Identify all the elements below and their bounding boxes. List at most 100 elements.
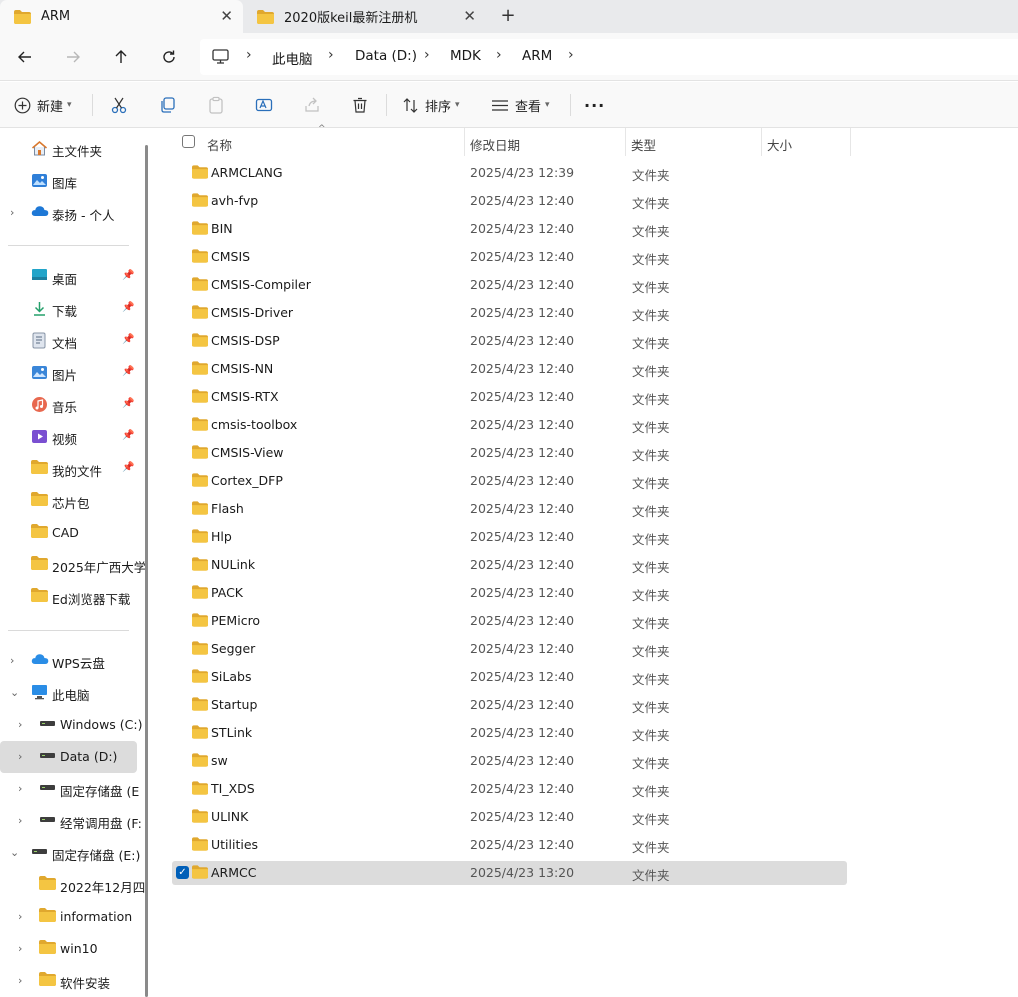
close-icon[interactable]: ✕	[463, 8, 476, 24]
sidebar-item[interactable]: ⌄ 固定存储盘 (E:)	[0, 837, 140, 869]
file-row[interactable]: NULink 2025/4/23 12:40 文件夹	[172, 553, 847, 577]
sidebar-item[interactable]: 芯片包	[0, 485, 140, 517]
pin-icon[interactable]: 📌	[122, 270, 134, 281]
chevron-right-icon[interactable]: ›	[568, 47, 574, 63]
column-header-name[interactable]: ^ 名称	[158, 124, 464, 156]
sidebar-item[interactable]: 视频 📌	[0, 421, 140, 453]
file-row[interactable]: TI_XDS 2025/4/23 12:40 文件夹	[172, 777, 847, 801]
chevron-right-icon[interactable]: ›	[18, 814, 22, 827]
paste-button[interactable]	[207, 92, 225, 118]
checkmark-icon[interactable]: ✓	[176, 866, 189, 879]
back-arrow-icon[interactable]	[11, 43, 39, 71]
breadcrumb-item[interactable]: MDK	[450, 48, 481, 64]
sidebar-item[interactable]: CAD	[0, 517, 140, 549]
view-button[interactable]: 查看 ▾	[491, 92, 550, 118]
sidebar-item[interactable]: › information	[0, 901, 140, 933]
sidebar-item[interactable]: › Windows (C:)	[0, 709, 142, 741]
breadcrumb-item[interactable]: ARM	[522, 48, 552, 64]
file-row[interactable]: Utilities 2025/4/23 12:40 文件夹	[172, 833, 847, 857]
chevron-down-icon[interactable]: ⌄	[10, 686, 19, 699]
sidebar-item[interactable]: ⌄ 此电脑	[0, 677, 140, 709]
file-row[interactable]: PEMicro 2025/4/23 12:40 文件夹	[172, 609, 847, 633]
breadcrumb-item[interactable]: Data (D:)	[355, 48, 417, 64]
file-row[interactable]: CMSIS-RTX 2025/4/23 12:40 文件夹	[172, 385, 847, 409]
tab-keil[interactable]: 2020版keil最新注册机 ✕	[243, 0, 486, 33]
breadcrumb-item[interactable]: 此电脑	[272, 48, 313, 68]
cut-button[interactable]	[110, 92, 128, 118]
sidebar-item[interactable]: 我的文件 📌	[0, 453, 140, 485]
sort-button[interactable]: 排序 ▾	[402, 92, 460, 118]
tab-arm[interactable]: ARM ✕	[0, 0, 243, 33]
file-row[interactable]: BIN 2025/4/23 12:40 文件夹	[172, 217, 847, 241]
chevron-right-icon[interactable]: ›	[424, 47, 430, 63]
file-row[interactable]: PACK 2025/4/23 12:40 文件夹	[172, 581, 847, 605]
chevron-right-icon[interactable]: ›	[10, 206, 14, 219]
sidebar-item[interactable]: 2022年12月四	[0, 869, 145, 901]
column-header-size[interactable]: 大小	[762, 128, 850, 156]
sidebar-item[interactable]: 下载 📌	[0, 293, 140, 325]
file-row[interactable]: CMSIS-DSP 2025/4/23 12:40 文件夹	[172, 329, 847, 353]
sidebar-item[interactable]: Ed浏览器下载	[0, 581, 140, 613]
sidebar-item[interactable]: › Data (D:)	[0, 741, 137, 773]
file-row[interactable]: sw 2025/4/23 12:40 文件夹	[172, 749, 847, 773]
file-row[interactable]: ARMCLANG 2025/4/23 12:39 文件夹	[172, 161, 847, 185]
sidebar-item[interactable]: › WPS云盘	[0, 645, 140, 677]
file-row[interactable]: ULINK 2025/4/23 12:40 文件夹	[172, 805, 847, 829]
file-row[interactable]: Cortex_DFP 2025/4/23 12:40 文件夹	[172, 469, 847, 493]
pin-icon[interactable]: 📌	[122, 462, 134, 473]
chevron-right-icon[interactable]: ›	[18, 782, 22, 795]
close-icon[interactable]: ✕	[220, 8, 233, 24]
file-row[interactable]: STLink 2025/4/23 12:40 文件夹	[172, 721, 847, 745]
sidebar-item[interactable]: 主文件夹	[0, 133, 140, 165]
sidebar-item[interactable]: 图片 📌	[0, 357, 140, 389]
refresh-icon[interactable]	[155, 43, 183, 71]
sidebar-item[interactable]: › 经常调用盘 (F:	[0, 805, 142, 837]
sidebar-item[interactable]: › 固定存储盘 (E	[0, 773, 140, 805]
share-button[interactable]	[303, 92, 321, 118]
forward-arrow-icon[interactable]	[59, 43, 87, 71]
file-row[interactable]: ✓ ARMCC 2025/4/23 13:20 文件夹	[172, 861, 847, 885]
new-tab-plus-icon[interactable]: +	[496, 6, 520, 26]
breadcrumb[interactable]: › 此电脑 › Data (D:) › MDK › ARM ›	[200, 39, 1018, 75]
chevron-right-icon[interactable]: ›	[18, 750, 22, 763]
chevron-right-icon[interactable]: ›	[246, 47, 252, 63]
pin-icon[interactable]: 📌	[122, 366, 134, 377]
sidebar-item[interactable]: 2025年广西大学	[0, 549, 146, 581]
file-row[interactable]: CMSIS-NN 2025/4/23 12:40 文件夹	[172, 357, 847, 381]
chevron-right-icon[interactable]: ›	[328, 47, 334, 63]
sidebar-item[interactable]: 桌面 📌	[0, 261, 140, 293]
sidebar-item[interactable]: › 软件安装	[0, 965, 140, 997]
column-header-date[interactable]: 修改日期	[465, 128, 625, 156]
sidebar-item[interactable]: › 泰扬 - 个人	[0, 197, 140, 229]
copy-button[interactable]	[159, 92, 177, 118]
chevron-right-icon[interactable]: ›	[18, 910, 22, 923]
chevron-right-icon[interactable]: ›	[496, 47, 502, 63]
sidebar-scrollbar[interactable]	[145, 145, 148, 997]
more-options-button[interactable]: ···	[584, 92, 605, 118]
file-row[interactable]: Hlp 2025/4/23 12:40 文件夹	[172, 525, 847, 549]
chevron-right-icon[interactable]: ›	[18, 942, 22, 955]
delete-button[interactable]	[351, 92, 369, 118]
file-row[interactable]: CMSIS-Compiler 2025/4/23 12:40 文件夹	[172, 273, 847, 297]
sidebar-item[interactable]: 文档 📌	[0, 325, 140, 357]
up-arrow-icon[interactable]	[107, 43, 135, 71]
pin-icon[interactable]: 📌	[122, 398, 134, 409]
pin-icon[interactable]: 📌	[122, 430, 134, 441]
sidebar-item[interactable]: › win10	[0, 933, 140, 965]
file-row[interactable]: cmsis-toolbox 2025/4/23 12:40 文件夹	[172, 413, 847, 437]
sidebar-item[interactable]: 音乐 📌	[0, 389, 140, 421]
select-all-checkbox[interactable]	[182, 135, 195, 148]
sidebar-item[interactable]: 图库	[0, 165, 140, 197]
new-button[interactable]: 新建 ▾	[14, 92, 72, 118]
file-row[interactable]: Startup 2025/4/23 12:40 文件夹	[172, 693, 847, 717]
rename-button[interactable]	[255, 92, 273, 118]
pin-icon[interactable]: 📌	[122, 302, 134, 313]
file-row[interactable]: CMSIS-Driver 2025/4/23 12:40 文件夹	[172, 301, 847, 325]
chevron-right-icon[interactable]: ›	[10, 654, 14, 667]
file-row[interactable]: Segger 2025/4/23 12:40 文件夹	[172, 637, 847, 661]
column-header-type[interactable]: 类型	[626, 128, 761, 156]
file-row[interactable]: CMSIS-View 2025/4/23 12:40 文件夹	[172, 441, 847, 465]
pin-icon[interactable]: 📌	[122, 334, 134, 345]
file-row[interactable]: CMSIS 2025/4/23 12:40 文件夹	[172, 245, 847, 269]
file-row[interactable]: avh-fvp 2025/4/23 12:40 文件夹	[172, 189, 847, 213]
